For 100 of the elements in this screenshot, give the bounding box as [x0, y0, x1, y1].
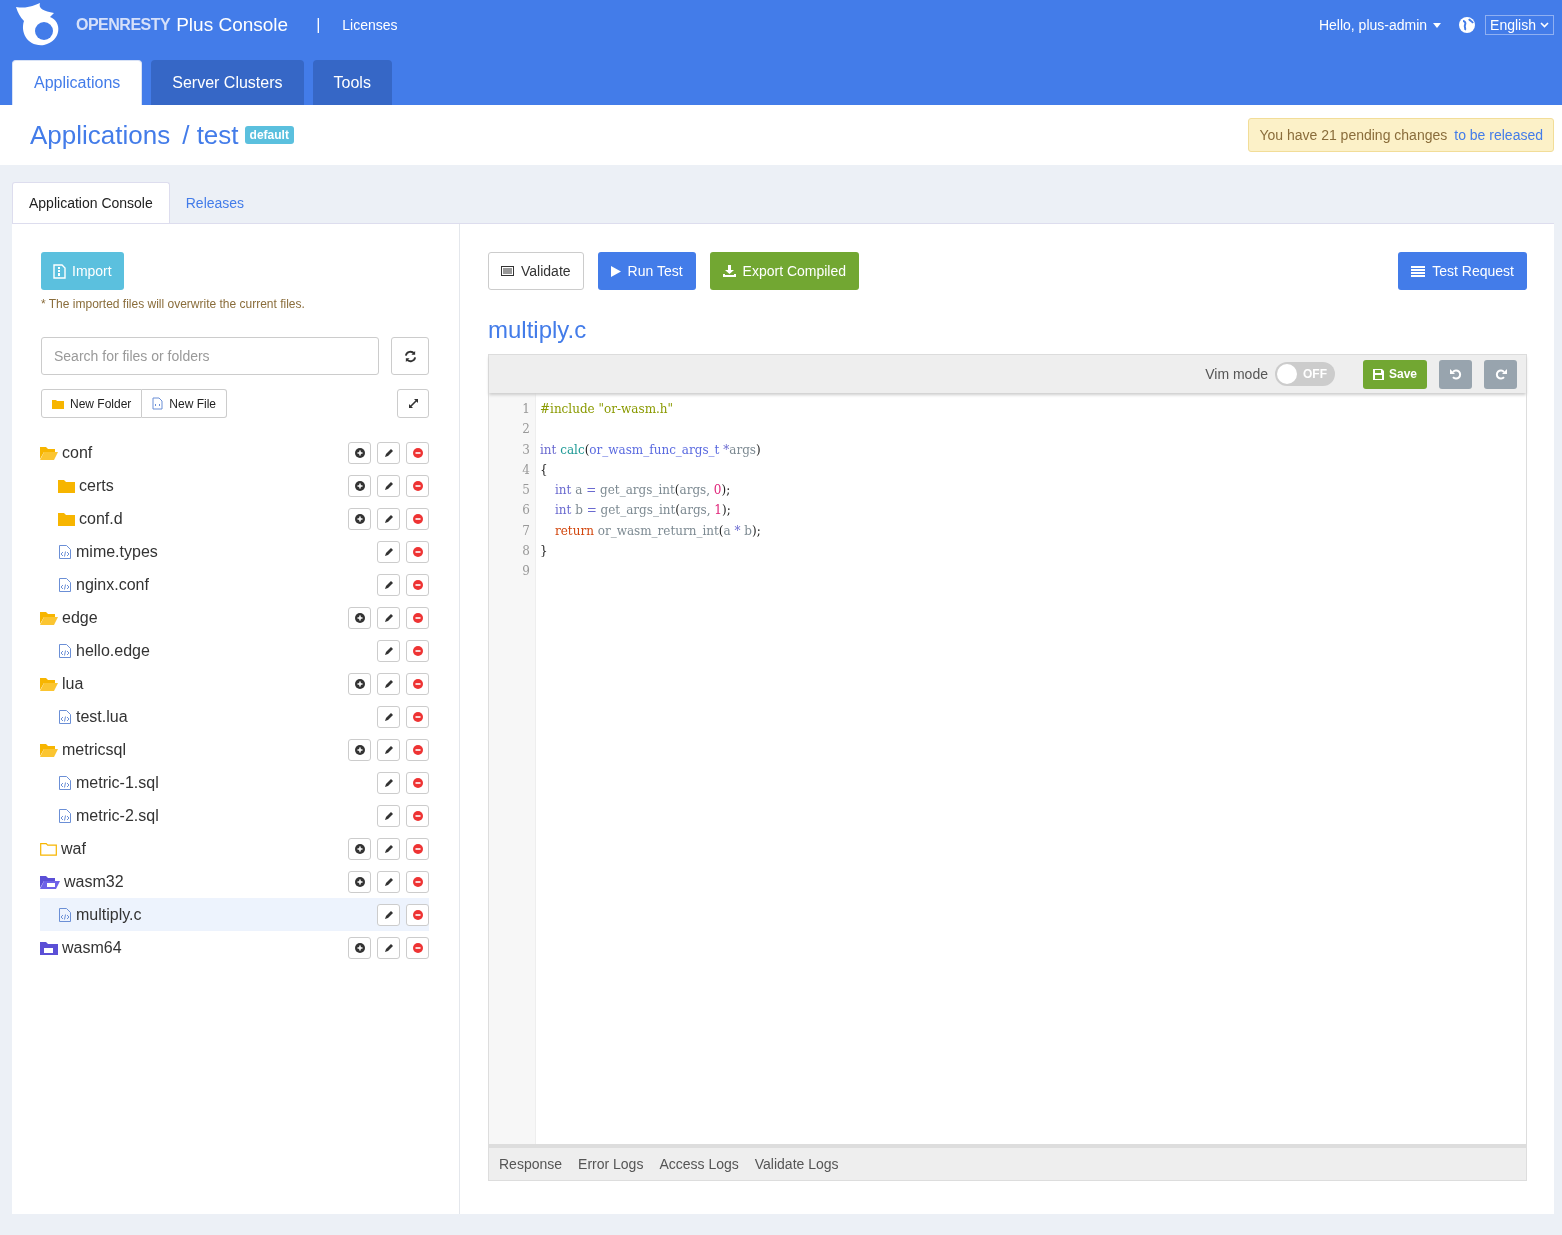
search-field[interactable]: Search for files or folders — [41, 337, 379, 375]
tree-item-name[interactable]: conf.d — [79, 509, 123, 528]
delete-button[interactable] — [406, 870, 429, 893]
nav-tab[interactable]: Applications — [12, 60, 143, 105]
log-tab[interactable]: Validate Logs — [746, 1148, 847, 1180]
tree-item-name[interactable]: multiply.c — [76, 905, 142, 924]
delete-button[interactable] — [406, 573, 429, 596]
delete-button[interactable] — [406, 507, 429, 530]
tree-item-name[interactable]: hello.edge — [76, 641, 150, 660]
pencil-icon — [383, 810, 394, 821]
pencil-icon — [383, 843, 394, 854]
edit-button[interactable] — [377, 804, 400, 827]
delete-button[interactable] — [406, 936, 429, 959]
delete-button[interactable] — [406, 639, 429, 662]
log-tab[interactable]: Response — [491, 1148, 571, 1180]
delete-button[interactable] — [406, 441, 429, 464]
validate-button[interactable]: Validate — [488, 252, 584, 290]
add-button[interactable] — [348, 870, 371, 893]
release-link[interactable]: to be released — [1454, 127, 1543, 143]
expand-button[interactable] — [397, 389, 429, 418]
tree-item-name[interactable]: certs — [79, 476, 114, 495]
licenses-link[interactable]: Licenses — [342, 17, 398, 33]
tree-item-name[interactable]: mime.types — [76, 542, 158, 561]
selected-tree-row[interactable]: multiply.c — [40, 898, 429, 931]
add-button[interactable] — [348, 672, 371, 695]
add-button[interactable] — [348, 606, 371, 629]
test-request-button[interactable]: Test Request — [1398, 252, 1527, 290]
line-number: 2 — [521, 421, 531, 439]
code-line: int calc(or_wasm_func_args_t *args) — [540, 441, 761, 459]
brand-logo-text: OPENRESTY — [76, 16, 171, 34]
delete-button[interactable] — [406, 705, 429, 728]
minus-circle-icon — [412, 843, 423, 854]
tree-item-name[interactable]: metric-1.sql — [76, 773, 159, 792]
run-test-button[interactable]: Run Test — [597, 252, 696, 290]
delete-button[interactable] — [406, 738, 429, 761]
edit-button[interactable] — [377, 474, 400, 497]
edit-button[interactable] — [377, 738, 400, 761]
plus-circle-icon — [354, 513, 365, 524]
edit-button[interactable] — [377, 936, 400, 959]
delete-button[interactable] — [406, 903, 429, 926]
log-tab[interactable]: Access Logs — [651, 1148, 747, 1180]
list-icon — [501, 266, 514, 276]
edit-button[interactable] — [377, 540, 400, 563]
log-tab[interactable]: Error Logs — [570, 1148, 652, 1180]
edit-button[interactable] — [377, 771, 400, 794]
add-button[interactable] — [348, 936, 371, 959]
expand-icon — [407, 398, 419, 409]
edit-button[interactable] — [377, 672, 400, 695]
minus-circle-icon — [412, 612, 423, 623]
import-note: * The imported files will overwrite the current files. — [41, 297, 306, 311]
add-button[interactable] — [348, 738, 371, 761]
tree-item-name[interactable]: nginx.conf — [76, 575, 149, 594]
edit-button[interactable] — [377, 573, 400, 596]
edit-button[interactable] — [377, 606, 400, 629]
edit-button[interactable] — [377, 441, 400, 464]
add-button[interactable] — [348, 474, 371, 497]
edit-button[interactable] — [377, 870, 400, 893]
new-folder-button[interactable]: New Folder — [41, 389, 143, 418]
tree-item-name[interactable]: waf — [61, 839, 86, 858]
delete-button[interactable] — [406, 804, 429, 827]
tree-item-name[interactable]: conf — [62, 443, 93, 462]
tree-item-name[interactable]: wasm32 — [64, 872, 124, 891]
minus-circle-icon — [412, 942, 423, 953]
edit-button[interactable] — [377, 837, 400, 860]
applications-link[interactable]: Applications — [30, 119, 171, 151]
minus-circle-icon — [412, 579, 423, 590]
line-number: 8 — [521, 543, 531, 561]
add-button[interactable] — [348, 837, 371, 860]
edit-button[interactable] — [377, 507, 400, 530]
tree-item-name[interactable]: lua — [62, 674, 84, 693]
tree-item-name[interactable]: test.lua — [76, 707, 128, 726]
user-menu[interactable]: Hello, plus-admin — [1318, 17, 1442, 33]
nav-tab[interactable]: Server Clusters — [151, 60, 304, 105]
line-number: 5 — [521, 482, 531, 500]
language-select[interactable]: English — [1485, 15, 1554, 35]
tree-item-name[interactable]: wasm64 — [62, 938, 122, 957]
tree-item-name[interactable]: metric-2.sql — [76, 806, 159, 825]
delete-button[interactable] — [406, 540, 429, 563]
edit-button[interactable] — [377, 705, 400, 728]
code-line: int a = get_args_int(args, 0); — [554, 482, 732, 500]
page-tab[interactable]: Application Console — [12, 182, 170, 223]
undo-icon — [1449, 368, 1462, 380]
line-number: 4 — [521, 461, 531, 479]
delete-button[interactable] — [406, 474, 429, 497]
add-button[interactable] — [348, 441, 371, 464]
refresh-button[interactable] — [391, 337, 429, 375]
delete-button[interactable] — [406, 837, 429, 860]
delete-button[interactable] — [406, 771, 429, 794]
delete-button[interactable] — [406, 672, 429, 695]
nav-tab[interactable]: Tools — [312, 60, 392, 105]
tree-item-name[interactable]: edge — [62, 608, 98, 627]
add-button[interactable] — [348, 507, 371, 530]
tree-item-name[interactable]: metricsql — [62, 740, 126, 759]
edit-button[interactable] — [377, 903, 400, 926]
edit-button[interactable] — [377, 639, 400, 662]
delete-button[interactable] — [406, 606, 429, 629]
page-tab[interactable]: Releases — [169, 182, 261, 223]
plus-circle-icon — [354, 942, 365, 953]
new-file-button[interactable]: New File — [142, 389, 228, 418]
pencil-icon — [383, 744, 394, 755]
